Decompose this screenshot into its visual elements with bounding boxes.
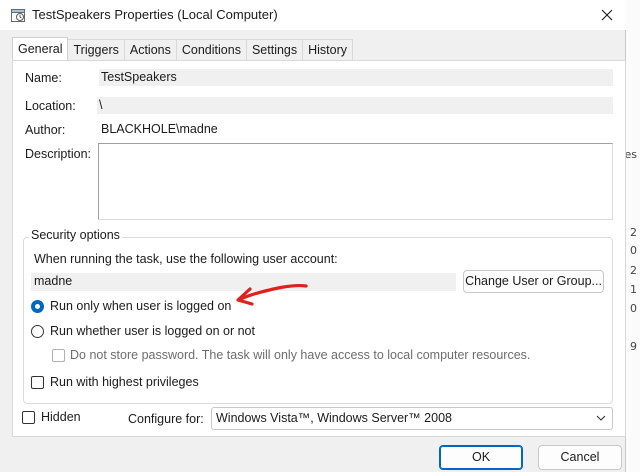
location-field[interactable]: \	[97, 97, 613, 114]
run-logged-on-or-not-radio[interactable]	[31, 325, 44, 338]
name-field[interactable]: TestSpeakers	[99, 69, 613, 86]
background-text: 2	[630, 226, 637, 239]
chevron-down-icon	[596, 415, 606, 421]
tab-general[interactable]: General	[12, 37, 69, 60]
configure-for-value: Windows Vista™, Windows Server™ 2008	[216, 411, 452, 425]
security-options-title: Security options	[29, 228, 122, 242]
title-bar: TestSpeakers Properties (Local Computer)	[0, 0, 626, 30]
close-icon	[601, 9, 613, 21]
hidden-checkbox[interactable]	[22, 411, 35, 424]
configure-for-select[interactable]: Windows Vista™, Windows Server™ 2008	[211, 407, 613, 430]
tab-history[interactable]: History	[302, 39, 354, 60]
tab-settings[interactable]: Settings	[245, 39, 304, 60]
properties-dialog: TestSpeakers Properties (Local Computer)…	[0, 0, 626, 472]
do-not-store-password-checkbox[interactable]	[52, 349, 65, 362]
run-logged-on-radio[interactable]	[31, 300, 44, 313]
background-text: 0	[630, 244, 637, 257]
ok-button[interactable]: OK	[439, 445, 523, 470]
account-prompt: When running the task, use the following…	[34, 252, 338, 266]
background-window-right: es 2 0 2 1 0 9	[624, 0, 640, 472]
hidden-label[interactable]: Hidden	[41, 410, 81, 424]
tab-actions[interactable]: Actions	[123, 39, 177, 60]
background-text: 0	[630, 302, 637, 315]
tab-triggers[interactable]: Triggers	[67, 39, 125, 60]
background-text: es	[624, 148, 638, 161]
configure-for-label: Configure for:	[128, 412, 204, 426]
user-account-field: madne	[31, 273, 456, 291]
highest-privileges-checkbox[interactable]	[31, 376, 44, 389]
description-textarea[interactable]	[98, 143, 613, 220]
highest-privileges-label[interactable]: Run with highest privileges	[50, 375, 199, 389]
description-label: Description:	[25, 147, 91, 161]
author-field[interactable]: BLACKHOLE\madne	[99, 121, 613, 138]
background-text: 9	[630, 340, 637, 353]
author-label: Author:	[25, 123, 66, 137]
task-scheduler-icon	[11, 9, 25, 22]
background-text: 2	[630, 264, 637, 277]
run-logged-on-label[interactable]: Run only when user is logged on	[50, 299, 231, 313]
run-logged-on-or-not-label[interactable]: Run whether user is logged on or not	[50, 324, 255, 338]
close-button[interactable]	[594, 3, 620, 27]
tab-strip: General Triggers Actions Conditions Sett…	[12, 37, 354, 61]
location-label: Location:	[25, 99, 76, 113]
window-title: TestSpeakers Properties (Local Computer)	[32, 7, 278, 22]
tab-conditions[interactable]: Conditions	[175, 39, 247, 60]
name-label: Name:	[25, 71, 62, 85]
cancel-button[interactable]: Cancel	[538, 445, 622, 470]
do-not-store-password-label: Do not store password. The task will onl…	[70, 348, 531, 362]
change-user-button[interactable]: Change User or Group...	[463, 270, 604, 293]
background-text: 1	[630, 283, 637, 296]
